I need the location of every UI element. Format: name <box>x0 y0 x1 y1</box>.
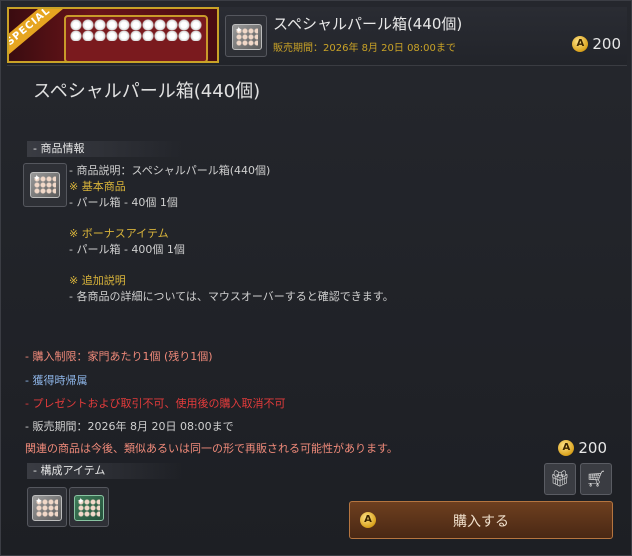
bind-on-acquire: - 獲得時帰属 <box>25 374 88 387</box>
resale-note: 関連の商品は今後、類似あるいは同一の形で再販される可能性があります。 <box>25 442 398 455</box>
product-info-header: - 商品情報 <box>27 141 183 157</box>
price-value: 200 <box>592 35 621 53</box>
pearl-chest-image <box>64 15 208 61</box>
acoin-icon: A <box>558 440 575 456</box>
buy-button-label: 購入する <box>453 514 509 530</box>
desc-line-5: ※ 追加説明 <box>69 274 126 287</box>
shop-item-panel: SPECIAL ✦ スペシャルパール箱(440個) 販売期間：2026年 8月 … <box>0 0 632 556</box>
banner-title: スペシャルパール箱(440個) <box>273 15 463 33</box>
price-top: A 200 <box>572 35 621 53</box>
special-ribbon: SPECIAL <box>9 9 67 61</box>
desc-line-3: ※ ボーナスアイテム <box>69 227 169 240</box>
price-bottom: A 200 <box>558 439 607 457</box>
price-bottom-value: 200 <box>578 439 607 457</box>
component-item-1[interactable]: ✦ <box>27 487 67 527</box>
cart-button[interactable]: 🛒︎ <box>580 463 612 495</box>
component-item-2[interactable]: ✦ <box>69 487 109 527</box>
components-header: - 構成アイテム <box>27 463 183 479</box>
desc-line-2: - パール箱 - 40個 1個 <box>69 196 178 209</box>
page-title: スペシャルパール箱(440個) <box>33 81 261 102</box>
cart-icon: 🛒︎ <box>585 469 607 488</box>
gift-icon: 🎁︎ <box>549 469 571 488</box>
desc-line-4: - パール箱 - 400個 1個 <box>69 243 185 256</box>
gift-button[interactable]: 🎁︎ <box>544 463 576 495</box>
desc-line-0: - 商品説明：スペシャルパール箱(440個) <box>69 164 271 177</box>
acoin-icon: A <box>572 36 589 52</box>
buy-button[interactable]: A 購入する <box>349 501 613 539</box>
sale-period-note: - 販売期間：2026年 8月 20日 08:00まで <box>25 420 234 433</box>
banner-image: SPECIAL <box>7 7 219 63</box>
desc-line-1: ※ 基本商品 <box>69 180 126 193</box>
purchase-limit: - 購入制限：家門あたり1個 (残り1個) <box>25 350 213 363</box>
sale-period: 販売期間：2026年 8月 20日 08:00まで <box>273 43 456 54</box>
item-icon[interactable]: ✦ <box>225 15 267 57</box>
trade-restriction: - プレゼントおよび取引不可、使用後の購入取消不可 <box>25 397 286 410</box>
item-banner: SPECIAL ✦ スペシャルパール箱(440個) 販売期間：2026年 8月 … <box>7 7 627 66</box>
product-icon[interactable]: ✦ <box>23 163 67 207</box>
desc-line-6: - 各商品の詳細については、マウスオーバーすると確認できます。 <box>69 290 394 303</box>
